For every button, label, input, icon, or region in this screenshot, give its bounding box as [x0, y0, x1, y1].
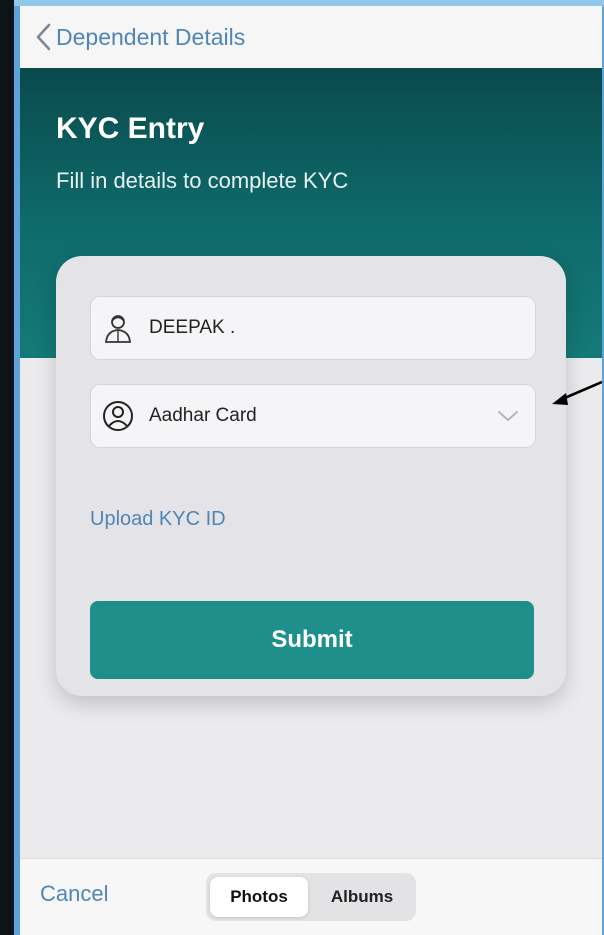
- arrow-icon: [548, 378, 602, 414]
- page-title: KYC Entry: [56, 112, 205, 145]
- image-picker-toolbar: Cancel Photos Albums: [20, 858, 602, 935]
- chevron-down-icon[interactable]: [495, 403, 521, 429]
- left-frame-edge: [0, 0, 14, 935]
- cancel-button[interactable]: Cancel: [40, 881, 108, 907]
- user-icon: [101, 311, 135, 345]
- submit-button[interactable]: Submit: [90, 601, 534, 679]
- document-type-select[interactable]: Aadhar Card: [90, 384, 536, 448]
- source-segmented-control: Photos Albums: [206, 873, 416, 921]
- kyc-form-card: DEEPAK . Aadhar Card Upload KYC ID Submi…: [56, 256, 566, 696]
- segment-photos[interactable]: Photos: [210, 877, 308, 917]
- back-button-label[interactable]: Dependent Details: [56, 24, 245, 51]
- name-value: DEEPAK .: [149, 317, 236, 338]
- phone-screen: Dependent Details KYC Entry Fill in deta…: [20, 6, 602, 935]
- document-type-value: Aadhar Card: [149, 405, 257, 426]
- name-field[interactable]: DEEPAK .: [90, 296, 536, 360]
- navigation-bar: Dependent Details: [20, 6, 602, 68]
- segment-albums[interactable]: Albums: [312, 877, 412, 917]
- user-circle-icon: [101, 399, 135, 433]
- upload-kyc-id-link[interactable]: Upload KYC ID: [90, 508, 226, 531]
- page-subtitle: Fill in details to complete KYC: [56, 168, 349, 193]
